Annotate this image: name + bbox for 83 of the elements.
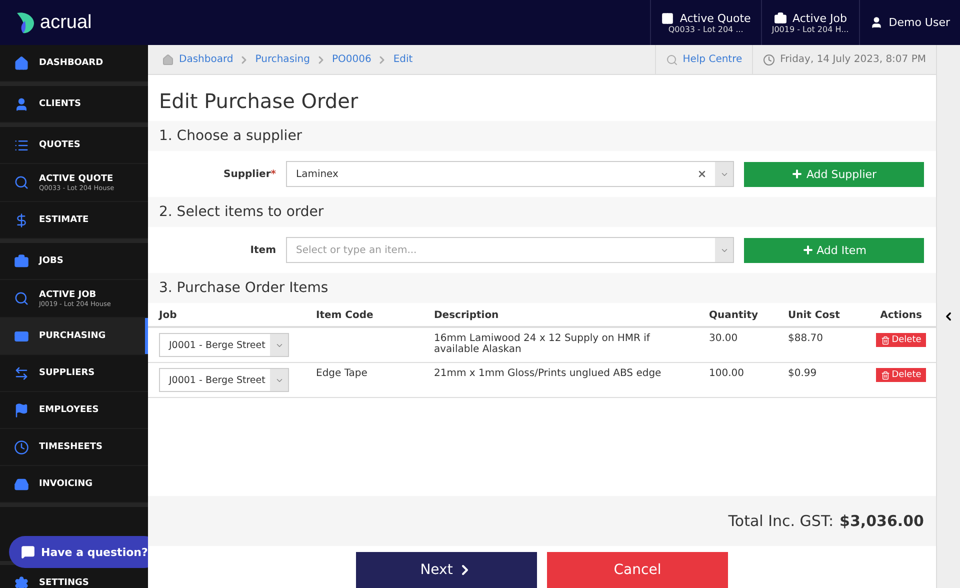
table-cell: 21mm x 1mm Gloss/Prints unglued ABS edge	[434, 368, 662, 379]
nav-icon	[14, 476, 29, 492]
top-menu-label: Demo User	[888, 16, 950, 29]
nav-icon	[14, 175, 29, 190]
add-supplier-button[interactable]: Add Supplier	[744, 162, 924, 186]
job-select[interactable]: J0001 - Berge Street	[159, 368, 289, 392]
trash-icon	[880, 336, 890, 344]
nav-label: CLIENTS	[39, 99, 81, 109]
nav-icon	[14, 138, 29, 152]
user-icon	[870, 16, 883, 29]
logo-icon	[14, 10, 36, 34]
job-select[interactable]: J0001 - Berge Street	[159, 333, 289, 357]
nav-label: PURCHASING	[39, 331, 106, 341]
table-cell: $88.70	[788, 333, 823, 344]
column-header: Job	[148, 303, 305, 327]
breadcrumb-link[interactable]: Edit	[393, 54, 413, 65]
clock-icon	[763, 54, 776, 66]
cancel-button[interactable]: Cancel	[547, 552, 728, 588]
brand-name: acrual	[40, 12, 92, 34]
supplier-select[interactable]: Laminex	[286, 161, 734, 187]
next-button[interactable]: Next	[356, 552, 537, 588]
total-value: $3,036.00	[840, 512, 924, 530]
home-icon	[162, 54, 174, 66]
section-heading: 3. Purchase Order Items	[148, 273, 936, 303]
plus-icon	[791, 168, 804, 180]
required-mark: *	[270, 168, 276, 180]
chat-icon	[21, 545, 35, 559]
breadcrumb-link[interactable]: PO0006	[332, 54, 372, 65]
sidebar-item[interactable]: PURCHASING	[0, 318, 148, 355]
nav-label: ESTIMATE	[39, 215, 89, 225]
nav-label: SUPPLIERS	[39, 368, 95, 378]
table-cell: $0.99	[788, 368, 817, 379]
nav-label: JOBS	[39, 256, 64, 266]
clear-icon	[697, 169, 707, 179]
breadcrumb-link[interactable]: Purchasing	[255, 54, 310, 65]
nav-icon	[14, 291, 29, 306]
delete-button[interactable]: Delete	[876, 333, 926, 347]
field-label: Supplier*	[222, 168, 276, 180]
total-label: Total Inc. GST:	[728, 512, 834, 530]
nav-label: ACTIVE QUOTE	[39, 174, 114, 184]
table-cell: 16mm Lamiwood 24 x 12 Supply on HMR if available Alaskan	[434, 333, 650, 355]
nav-label: QUOTES	[39, 140, 80, 150]
add-item-button[interactable]: Add Item	[744, 238, 924, 262]
delete-button[interactable]: Delete	[876, 368, 926, 382]
top-menu-sub: Q0033 - Lot 204 ...	[668, 24, 744, 34]
date-time: Friday, 14 July 2023, 8:07 PM	[780, 54, 926, 65]
top-menu-label: Active Quote	[680, 12, 751, 24]
nav-label: ACTIVE JOB	[39, 290, 98, 300]
section-heading: 1. Choose a supplier	[148, 121, 936, 151]
table-cell: 100.00	[709, 368, 744, 379]
column-header: Item Code	[305, 303, 423, 327]
nav-label: EMPLOYEES	[39, 405, 99, 415]
nav-icon	[14, 254, 29, 268]
column-header: Description	[423, 303, 698, 327]
column-header: Quantity	[698, 303, 777, 327]
top-menu-sub: J0019 - Lot 204 H...	[772, 24, 849, 34]
nav-icon	[14, 96, 29, 112]
top-menu-label: Active Job	[792, 12, 848, 24]
chat-button[interactable]: Have a question?	[9, 536, 148, 568]
search-icon	[666, 54, 678, 66]
nav-icon	[14, 366, 29, 380]
page-title: Edit Purchase Order	[158, 88, 360, 115]
nav-icon	[14, 212, 29, 228]
briefcase-icon	[774, 12, 787, 24]
nav-label: TIMESHEETS	[39, 442, 103, 452]
nav-label: INVOICING	[39, 479, 93, 489]
table-cell: 30.00	[709, 333, 738, 344]
table-cell: Edge Tape	[316, 368, 368, 379]
nav-icon	[14, 56, 29, 70]
nav-label: DASHBOARD	[39, 58, 104, 68]
nav-icon	[14, 402, 29, 418]
nav-icon	[14, 328, 29, 344]
nav-icon	[14, 440, 29, 454]
help-link[interactable]: Help Centre	[682, 54, 742, 65]
plus-icon	[802, 244, 814, 256]
nav-label: SETTINGS	[39, 578, 89, 588]
field-label: Item	[249, 244, 276, 256]
trash-icon	[880, 370, 890, 380]
nav-icon	[14, 576, 29, 588]
column-header: Unit Cost	[777, 303, 863, 327]
side-panel-toggle[interactable]	[936, 45, 960, 588]
section-heading: 2. Select items to order	[148, 197, 936, 227]
breadcrumb-link[interactable]: Dashboard	[179, 54, 234, 65]
